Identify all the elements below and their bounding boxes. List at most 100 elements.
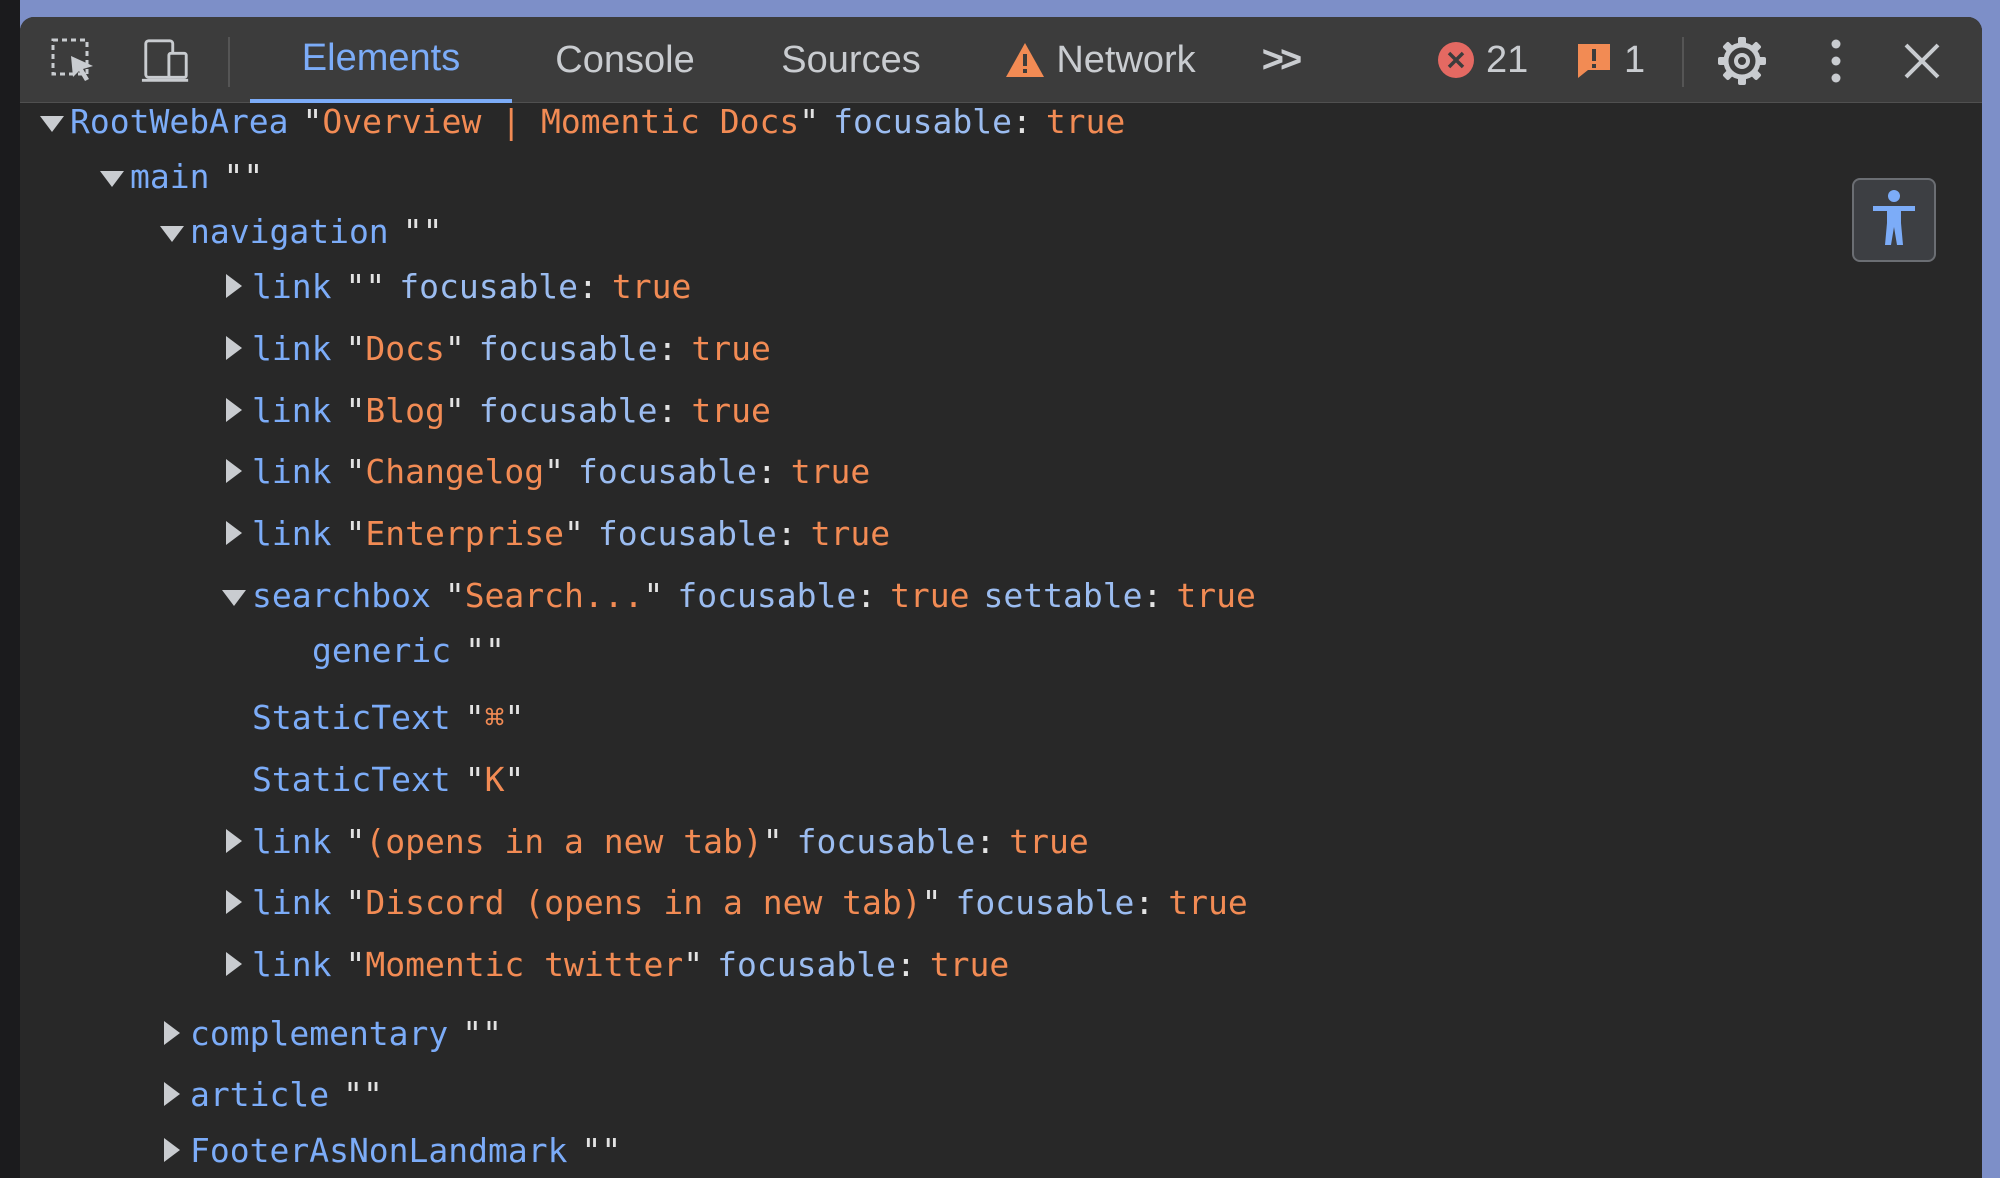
node-property-key: focusable xyxy=(717,944,896,984)
quote-open: " xyxy=(444,575,465,615)
expand-triangle-right-icon[interactable] xyxy=(156,1018,186,1048)
node-role: navigation xyxy=(190,211,389,251)
tab-elements[interactable]: Elements xyxy=(250,17,512,103)
tree-node[interactable]: link " Docs " focusable: true xyxy=(218,322,771,374)
tree-node[interactable]: link " Changelog " focusable: true xyxy=(218,445,870,497)
tab-label: Console xyxy=(555,38,695,81)
node-role: link xyxy=(252,821,332,861)
tree-node[interactable]: StaticText " K " xyxy=(218,753,524,805)
quote-open: " xyxy=(345,266,366,306)
tree-node[interactable]: main " " xyxy=(96,150,263,202)
quote-open: " xyxy=(465,630,485,670)
node-property-value: true xyxy=(611,266,692,306)
quote-close: " xyxy=(601,1130,622,1170)
tree-node[interactable]: link " " focusable: true xyxy=(218,260,691,312)
accessibility-tree-toggle-button[interactable] xyxy=(1852,178,1936,262)
expand-triangle-right-icon[interactable] xyxy=(218,395,248,425)
tab-network[interactable]: Network xyxy=(970,17,1230,103)
node-property-key: focusable xyxy=(677,575,857,615)
expand-triangle-right-icon[interactable] xyxy=(218,949,248,979)
expand-triangle-down-icon[interactable] xyxy=(156,216,186,246)
quote-close: " xyxy=(643,575,664,615)
expand-triangle-right-icon[interactable] xyxy=(218,271,248,301)
quote-open: " xyxy=(464,697,485,737)
tab-sources[interactable]: Sources xyxy=(748,17,954,103)
expand-triangle-right-icon[interactable] xyxy=(218,887,248,917)
node-role: link xyxy=(252,390,332,430)
tree-node[interactable]: complementary " " xyxy=(156,1007,502,1059)
tree-node[interactable]: link " Momentic twitter " focusable: true xyxy=(218,938,1009,990)
tree-node[interactable]: navigation " " xyxy=(156,205,442,257)
tree-node[interactable]: StaticText " ⌘ " xyxy=(218,691,524,743)
tree-node[interactable]: searchbox " Search... " focusable: true settab… xyxy=(218,569,1256,621)
errors-counter[interactable]: 21 xyxy=(1436,37,1528,83)
quote-open: " xyxy=(345,944,366,984)
more-tabs-button[interactable]: >> xyxy=(1240,17,1320,103)
node-property-value: true xyxy=(1009,821,1089,861)
node-role: RootWebArea xyxy=(70,101,289,141)
tree-node[interactable]: link " Enterprise " focusable: true xyxy=(218,507,890,559)
quote-open: " xyxy=(345,328,366,368)
quote-open: " xyxy=(402,211,423,251)
colon: : xyxy=(756,451,777,491)
expand-triangle-down-icon[interactable] xyxy=(36,106,66,136)
node-name: ⌘ xyxy=(484,697,505,737)
colon: : xyxy=(657,328,678,368)
tree-node[interactable]: link " (opens in a new tab) " focusable: true xyxy=(218,815,1089,867)
expand-triangle-down-icon[interactable] xyxy=(218,580,248,610)
node-name: Overview | Momentic Docs xyxy=(322,101,800,141)
tree-node[interactable]: generic " " xyxy=(278,624,505,676)
node-role: link xyxy=(252,944,332,984)
expand-triangle-right-icon[interactable] xyxy=(218,456,248,486)
node-role: link xyxy=(252,513,332,553)
tab-label: Sources xyxy=(781,38,921,81)
node-role: link xyxy=(252,451,332,491)
node-property-value: true xyxy=(691,328,771,368)
node-role: link xyxy=(252,882,332,922)
expand-triangle-right-icon[interactable] xyxy=(218,333,248,363)
node-property-key: focusable xyxy=(955,882,1135,922)
more-vertical-icon[interactable] xyxy=(1810,35,1862,87)
issues-counter[interactable]: 1 xyxy=(1574,37,1645,83)
toolbar-divider xyxy=(228,37,230,87)
devtools-window: Elements Console Sources Network >> 21 1… xyxy=(20,17,1982,1178)
node-property-value: true xyxy=(790,451,871,491)
colon: : xyxy=(975,821,996,861)
tree-node[interactable]: link " Blog " focusable: true xyxy=(218,384,771,436)
node-role: FooterAsNonLandmark xyxy=(190,1130,568,1170)
node-role: searchbox xyxy=(252,575,431,615)
toolbar-divider xyxy=(1682,37,1684,87)
quote-close: " xyxy=(504,759,525,799)
device-toolbar-icon[interactable] xyxy=(140,35,192,87)
quote-open: " xyxy=(462,1013,483,1053)
expand-triangle-down-icon[interactable] xyxy=(96,161,126,191)
quote-open: " xyxy=(345,513,366,553)
node-role: link xyxy=(252,328,332,368)
more-tabs-label: >> xyxy=(1261,38,1302,81)
node-property-value: true xyxy=(929,944,1010,984)
issue-icon xyxy=(1574,40,1614,80)
quote-close: " xyxy=(243,156,264,196)
close-icon[interactable] xyxy=(1896,35,1948,87)
tree-node[interactable]: RootWebArea " Overview | Momentic Docs " foc… xyxy=(36,95,1125,147)
tree-node[interactable]: FooterAsNonLandmark " " xyxy=(156,1124,621,1176)
expand-triangle-right-icon[interactable] xyxy=(156,1135,186,1165)
expand-triangle-right-icon[interactable] xyxy=(218,826,248,856)
expand-triangle-right-icon[interactable] xyxy=(156,1079,186,1109)
tree-node[interactable]: link " Discord (opens in a new tab) " focusa… xyxy=(218,876,1248,928)
tree-node[interactable]: article " " xyxy=(156,1068,383,1120)
quote-close: " xyxy=(504,697,525,737)
node-property-value: true xyxy=(890,575,970,615)
warning-icon xyxy=(1004,41,1046,79)
inspect-element-icon[interactable] xyxy=(48,35,100,87)
expand-triangle-right-icon[interactable] xyxy=(218,518,248,548)
node-property-value: true xyxy=(1176,575,1256,615)
quote-open: " xyxy=(345,451,366,491)
colon: : xyxy=(1011,101,1032,141)
colon: : xyxy=(776,513,797,553)
tab-console[interactable]: Console xyxy=(516,17,734,103)
quote-close: " xyxy=(444,328,465,368)
colon: : xyxy=(856,575,877,615)
gear-icon[interactable] xyxy=(1716,35,1768,87)
node-name: Enterprise xyxy=(365,513,565,553)
